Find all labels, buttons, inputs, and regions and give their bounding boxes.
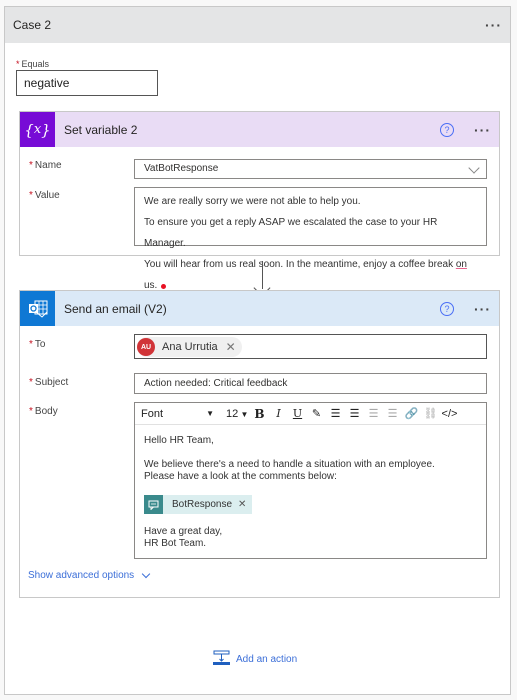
body-line: Please have a look at the comments below… xyxy=(144,471,337,482)
value-input[interactable]: We are really sorry we were not able to … xyxy=(134,187,487,291)
bold-button[interactable]: B xyxy=(250,403,269,425)
set-variable-header[interactable]: {x} Set variable 2 ? ··· xyxy=(20,112,499,147)
more-icon[interactable]: ··· xyxy=(474,123,491,137)
outdent-icon[interactable]: ☰ xyxy=(383,403,402,425)
error-dot-icon xyxy=(161,284,167,289)
bulleted-list-icon[interactable]: ☰ xyxy=(326,403,345,425)
more-icon[interactable]: ··· xyxy=(485,18,502,32)
name-dropdown[interactable]: VatBotResponse xyxy=(134,159,487,179)
add-action-button[interactable]: Add an action xyxy=(213,650,297,669)
unlink-icon[interactable]: ⛓ xyxy=(421,403,440,425)
numbered-list-icon[interactable]: ☰ xyxy=(345,403,364,425)
italic-button[interactable]: I xyxy=(269,403,288,425)
body-closing: HR Bot Team. xyxy=(144,538,207,549)
name-value: VatBotResponse xyxy=(144,163,219,174)
font-select[interactable]: Font ▼ xyxy=(135,408,220,420)
chat-bubble-icon xyxy=(144,495,163,514)
body-closing: Have a great day, xyxy=(144,526,223,537)
color-picker-icon[interactable]: ✎ xyxy=(307,403,326,425)
code-view-icon[interactable]: </> xyxy=(440,403,459,425)
link-icon[interactable]: 🔗 xyxy=(402,403,421,425)
outlook-icon xyxy=(20,291,55,326)
equals-label: * Equals xyxy=(16,59,50,69)
body-label: * Body xyxy=(29,406,58,417)
subject-input[interactable]: Action needed: Critical feedback xyxy=(134,373,487,394)
set-variable-title: Set variable 2 xyxy=(64,122,138,137)
add-action-label: Add an action xyxy=(236,654,298,665)
recipient-token: AU Ana Urrutia ✕ xyxy=(137,337,242,357)
token-label: BotResponse xyxy=(172,498,233,510)
to-input[interactable]: AU Ana Urrutia ✕ xyxy=(134,334,487,359)
send-email-card: Send an email (V2) ? ··· * To AU Ana Urru… xyxy=(19,290,500,598)
value-label: * Value xyxy=(29,190,60,201)
name-label: * Name xyxy=(29,160,62,171)
case-header[interactable]: Case 2 ··· xyxy=(5,7,510,43)
case-card: Case 2 ··· * Equals negative {x} Set vari… xyxy=(4,6,511,695)
variable-icon: {x} xyxy=(20,112,55,147)
equals-input[interactable]: negative xyxy=(16,70,158,96)
more-icon[interactable]: ··· xyxy=(474,302,491,316)
body-line: We believe there's a need to handle a si… xyxy=(144,459,435,470)
recipient-name: Ana Urrutia xyxy=(162,341,218,353)
chevron-down-icon xyxy=(468,162,480,174)
chevron-down-icon xyxy=(141,569,151,578)
remove-token-icon[interactable]: ✕ xyxy=(238,499,246,511)
dynamic-content-token[interactable]: BotResponse ✕ xyxy=(144,495,253,514)
editor-toolbar: Font ▼ 12 ▼ B I U ✎ ☰ ☰ ☰ ☰ 🔗 ⛓ </> xyxy=(135,403,486,425)
indent-icon[interactable]: ☰ xyxy=(364,403,383,425)
case-title: Case 2 xyxy=(13,18,52,32)
value-line: We are really sorry we were not able to … xyxy=(144,196,361,207)
to-label: * To xyxy=(29,339,46,350)
set-variable-card: {x} Set variable 2 ? ··· * Name VatBotRes… xyxy=(19,111,500,291)
font-size-select[interactable]: 12 ▼ xyxy=(220,408,250,420)
send-email-title: Send an email (V2) xyxy=(64,301,167,316)
avatar: AU xyxy=(137,338,155,356)
body-greeting: Hello HR Team, xyxy=(144,435,214,446)
remove-recipient-icon[interactable]: ✕ xyxy=(226,340,236,354)
help-icon[interactable]: ? xyxy=(440,301,454,316)
subject-label: * Subject xyxy=(29,377,69,388)
underline-button[interactable]: U xyxy=(288,403,307,425)
send-email-header[interactable]: Send an email (V2) ? ··· xyxy=(20,291,499,326)
add-action-icon xyxy=(213,650,230,669)
value-line: To ensure you get a reply ASAP we escala… xyxy=(144,217,438,249)
help-icon[interactable]: ? xyxy=(440,122,454,137)
body-editor[interactable]: Font ▼ 12 ▼ B I U ✎ ☰ ☰ ☰ ☰ 🔗 ⛓ </> Hello… xyxy=(134,402,487,559)
show-advanced-options-link[interactable]: Show advanced options xyxy=(28,569,151,581)
